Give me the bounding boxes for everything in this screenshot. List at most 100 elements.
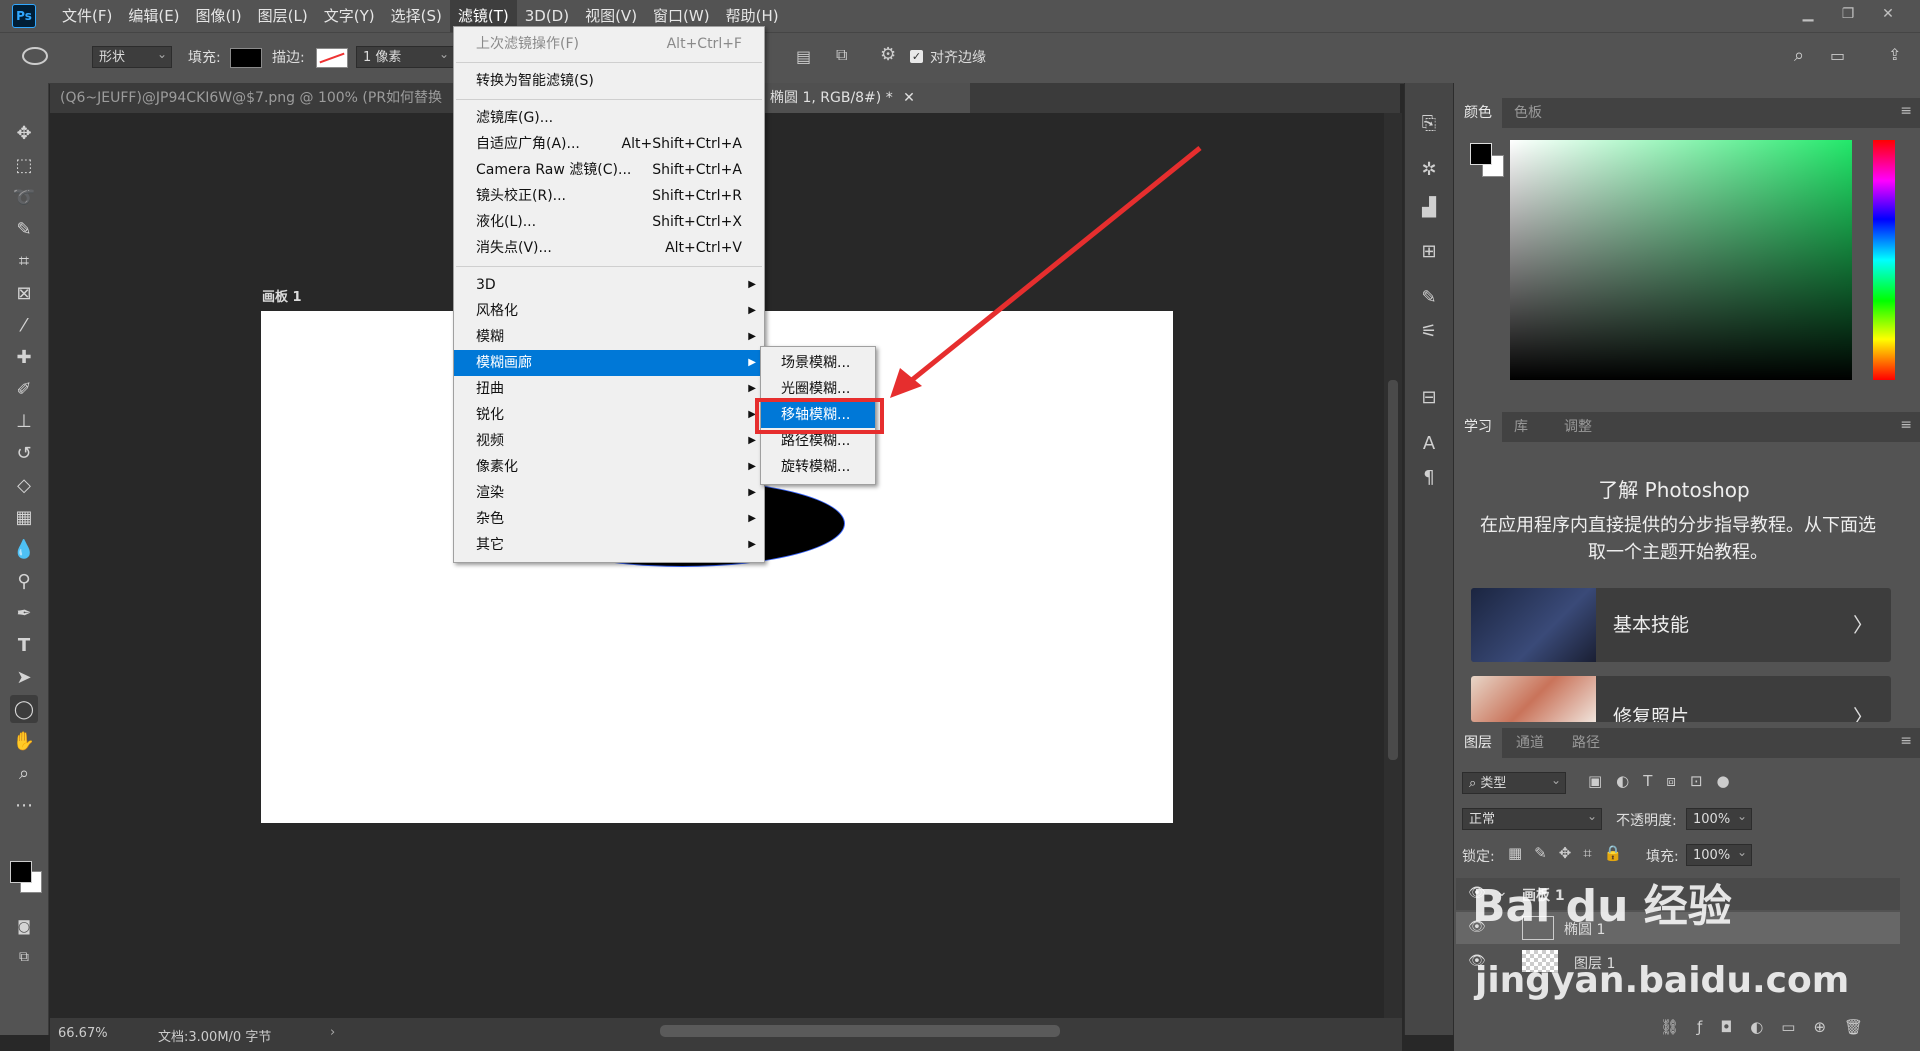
ellipse-shape-icon[interactable]: ◯: [10, 695, 38, 723]
menu-item-last-filter[interactable]: 上次滤镜操作(F) Alt+Ctrl+F: [454, 31, 764, 57]
stroke-width-field[interactable]: 1 像素: [356, 43, 454, 68]
menu-image[interactable]: 图像(I): [188, 0, 250, 32]
histogram-icon[interactable]: ▟: [1415, 193, 1443, 221]
tab-layers[interactable]: 图层: [1454, 728, 1502, 758]
panel-menu-icon[interactable]: ≡: [1900, 103, 1912, 119]
menu-item-smart-filter[interactable]: 转换为智能滤镜(S): [454, 68, 764, 94]
layer-filter-select[interactable]: ⌕ 类型: [1462, 769, 1566, 794]
history-brush-icon[interactable]: ↺: [10, 439, 38, 467]
menu-item-camera-raw[interactable]: Camera Raw 滤镜(C)... Shift+Ctrl+A: [454, 157, 764, 183]
character-icon[interactable]: A: [1415, 429, 1443, 457]
lasso-tool-icon[interactable]: ➰: [10, 183, 38, 211]
menu-item-lens-correction[interactable]: 镜头校正(R)... Shift+Ctrl+R: [454, 183, 764, 209]
menu-item-pixelate[interactable]: 像素化 ▶: [454, 454, 764, 480]
menu-type[interactable]: 文字(Y): [316, 0, 383, 32]
panel-menu-icon[interactable]: ≡: [1900, 733, 1912, 749]
minimize-icon[interactable]: ▁: [1788, 0, 1828, 28]
menu-item-other[interactable]: 其它 ▶: [454, 532, 764, 558]
menu-item-blur-gallery[interactable]: 模糊画廊 ▶: [454, 350, 764, 376]
gradient-icon[interactable]: ▦: [10, 503, 38, 531]
tab-color[interactable]: 颜色: [1454, 98, 1502, 128]
tab-document-1[interactable]: (Q6~JEUFF)@JP94CKI6W@$7.png @ 100% (PR如何…: [50, 83, 480, 113]
tab-channels[interactable]: 通道: [1506, 728, 1554, 758]
clone-source-icon[interactable]: ⊟: [1415, 383, 1443, 411]
opacity-field[interactable]: 100%: [1686, 805, 1752, 830]
layer-filter-icons[interactable]: ▣◐T⧈⊡●: [1588, 772, 1744, 790]
search-icon[interactable]: ⌕: [1794, 45, 1804, 66]
healing-brush-icon[interactable]: ✚: [10, 343, 38, 371]
clone-stamp-icon[interactable]: ⊥: [10, 407, 38, 435]
color-picker-field[interactable]: [1510, 140, 1852, 380]
menu-item-render[interactable]: 渲染 ▶: [454, 480, 764, 506]
tab-close-icon[interactable]: ✕: [903, 90, 915, 106]
tool-mode-select[interactable]: 形状: [92, 43, 172, 68]
menu-layer[interactable]: 图层(L): [250, 0, 316, 32]
more-tools-icon[interactable]: ⋯: [10, 791, 38, 819]
menu-item-blur[interactable]: 模糊 ▶: [454, 324, 764, 350]
tab-adjustments[interactable]: 调整: [1554, 412, 1602, 442]
fill-field[interactable]: 100%: [1686, 841, 1752, 866]
menu-item-distort[interactable]: 扭曲 ▶: [454, 376, 764, 402]
menu-item-adaptive-wide-angle[interactable]: 自适应广角(A)... Alt+Shift+Ctrl+A: [454, 131, 764, 157]
hand-tool-icon[interactable]: ✋: [10, 727, 38, 755]
properties-icon[interactable]: ⊞: [1415, 237, 1443, 265]
marquee-tool-icon[interactable]: ⬚: [10, 151, 38, 179]
eraser-icon[interactable]: ◇: [10, 471, 38, 499]
foreground-color-swatch[interactable]: [10, 861, 32, 883]
menu-edit[interactable]: 编辑(E): [120, 0, 187, 32]
learn-card-fix-photos[interactable]: 修复照片 〉: [1471, 676, 1891, 722]
tab-paths[interactable]: 路径: [1562, 728, 1610, 758]
menu-item-liquify[interactable]: 液化(L)... Shift+Ctrl+X: [454, 209, 764, 235]
gear-icon[interactable]: ⚙: [880, 44, 896, 65]
blend-mode-select[interactable]: 正常: [1462, 805, 1602, 830]
tab-swatches[interactable]: 色板: [1504, 98, 1552, 128]
eyedropper-icon[interactable]: ⁄: [10, 311, 38, 339]
canvas-horizontal-scroll-thumb[interactable]: [660, 1025, 1060, 1037]
navigator-icon[interactable]: ✲: [1415, 155, 1443, 183]
brush-settings-icon[interactable]: ✎: [1415, 283, 1443, 311]
path-select-icon[interactable]: ➤: [10, 663, 38, 691]
submenu-item-spin-blur[interactable]: 旋转模糊...: [761, 454, 875, 480]
tab-learn[interactable]: 学习: [1454, 412, 1502, 442]
quick-mask-icon[interactable]: ◙: [10, 913, 38, 941]
blur-tool-icon[interactable]: 💧: [10, 535, 38, 563]
canvas-vertical-scroll-thumb[interactable]: [1388, 380, 1398, 760]
menu-item-3d[interactable]: 3D ▶: [454, 272, 764, 298]
zoom-level[interactable]: 66.67%: [58, 1026, 108, 1041]
workspace-icon[interactable]: ▭: [1830, 46, 1845, 65]
lock-icons[interactable]: ▦✎✥⌗🔒: [1508, 844, 1634, 862]
menu-file[interactable]: 文件(F): [54, 0, 120, 32]
zoom-tool-icon[interactable]: ⌕: [10, 759, 38, 787]
artboard-label[interactable]: 画板 1: [262, 286, 302, 305]
panel-menu-icon[interactable]: ≡: [1900, 417, 1912, 433]
status-expand-icon[interactable]: ›: [330, 1025, 335, 1040]
menu-item-vanishing-point[interactable]: 消失点(V)... Alt+Ctrl+V: [454, 235, 764, 261]
document-info[interactable]: 文档:3.00M/0 字节: [158, 1026, 271, 1045]
align-edges-checkbox[interactable]: ✓: [910, 50, 923, 63]
quick-select-icon[interactable]: ✎: [10, 215, 38, 243]
menu-item-video[interactable]: 视频 ▶: [454, 428, 764, 454]
dodge-tool-icon[interactable]: ⚲: [10, 567, 38, 595]
menu-item-filter-gallery[interactable]: 滤镜库(G)...: [454, 105, 764, 131]
close-icon[interactable]: ✕: [1868, 0, 1908, 28]
ellipse-tool-icon[interactable]: [22, 47, 48, 65]
color-foreground-swatch[interactable]: [1470, 143, 1492, 165]
brush-tool-icon[interactable]: ✐: [10, 375, 38, 403]
tab-document-2[interactable]: 椭圆 1, RGB/8#) * ✕: [760, 83, 970, 113]
type-tool-icon[interactable]: T: [10, 631, 38, 659]
pen-tool-icon[interactable]: ✒: [10, 599, 38, 627]
tab-libraries[interactable]: 库: [1504, 412, 1538, 442]
move-tool-icon[interactable]: ✥: [10, 119, 38, 147]
path-arrange-icon[interactable]: ⧉: [836, 45, 847, 65]
learn-card-basic-skills[interactable]: 基本技能 〉: [1471, 588, 1891, 662]
adjust-icon[interactable]: ⚟: [1415, 317, 1443, 345]
menu-item-stylize[interactable]: 风格化 ▶: [454, 298, 764, 324]
layer-actions-bar[interactable]: ⛓ƒ◘◐▭⊕🗑: [1660, 1018, 1881, 1036]
stroke-swatch[interactable]: [316, 48, 348, 68]
menu-select[interactable]: 选择(S): [383, 0, 450, 32]
path-align-icon[interactable]: ▤: [796, 47, 811, 66]
screen-mode-icon[interactable]: ⧉: [10, 943, 38, 971]
fill-swatch[interactable]: [230, 48, 262, 68]
share-icon[interactable]: ⇪: [1888, 45, 1901, 64]
paragraph-icon[interactable]: ¶: [1415, 463, 1443, 491]
